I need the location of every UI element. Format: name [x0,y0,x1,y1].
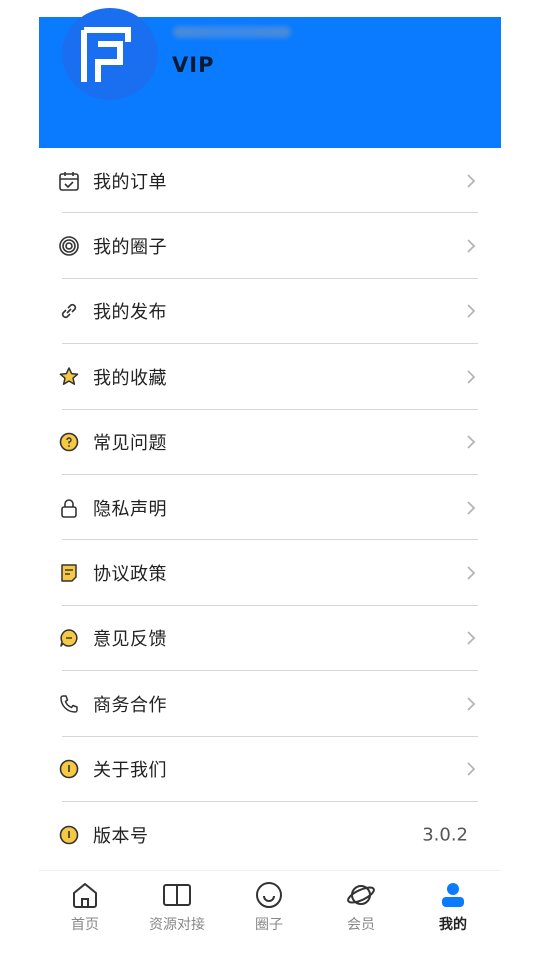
phone-icon [60,695,78,713]
planet-icon [347,885,375,905]
lock-icon [61,498,77,518]
info-circle-icon [59,825,79,844]
menu-item-version: 版本号 3.0.2 [39,802,501,867]
menu-item-business[interactable]: 商务合作 [39,671,501,737]
menu-item-about[interactable]: 关于我们 [39,737,501,802]
tab-label: 首页 [71,917,99,933]
menu-item-privacy[interactable]: 隐私声明 [39,475,501,541]
menu-item-label: 商务合作 [93,694,167,716]
tab-label: 资源对接 [149,917,205,933]
star-icon [59,367,79,385]
menu-item-label: 我的收藏 [93,367,167,389]
menu-item-feedback[interactable]: 意见反馈 [39,606,501,672]
tab-circles[interactable]: 圈子 [223,871,315,943]
tab-home[interactable]: 首页 [39,871,131,943]
chevron-right-icon [467,370,476,384]
chevron-right-icon [467,435,476,449]
tab-label: 我的 [439,917,467,933]
vip-badge: VIP [172,53,215,77]
menu-item-policy[interactable]: 协议政策 [39,540,501,606]
chevron-right-icon [467,501,476,515]
user-icon [442,883,464,907]
chevron-right-icon [467,304,476,319]
version-value: 3.0.2 [422,824,468,846]
menu-item-label: 版本号 [93,825,149,847]
tab-membership[interactable]: 会员 [315,871,407,943]
menu-item-label: 意见反馈 [93,629,167,651]
menu-item-label: 协议政策 [93,564,167,586]
menu-item-label: 我的订单 [93,171,167,193]
menu-item-circles[interactable]: 我的圈子 [39,213,501,279]
profile-header: ████████ VIP [39,8,501,148]
profile-screen: ████████ VIP 我的订单 我的圈子 [39,8,501,960]
chevron-right-icon [467,762,476,776]
username-blurred: ████████ [173,26,291,38]
question-circle-icon [59,432,79,452]
menu-item-favorites[interactable]: 我的收藏 [39,344,501,410]
menu-item-orders[interactable]: 我的订单 [39,148,501,214]
chevron-right-icon [467,566,476,580]
home-icon [73,883,97,908]
tab-label: 圈子 [255,917,283,933]
menu-item-posts[interactable]: 我的发布 [39,279,501,345]
menu-item-label: 我的圈子 [93,237,167,259]
chat-bubble-icon [60,629,78,648]
smile-icon [256,882,282,908]
menu-item-label: 关于我们 [93,760,167,782]
calendar-check-icon [59,171,79,191]
menu-item-label: 隐私声明 [93,498,167,520]
chevron-right-icon [467,697,476,711]
tab-label: 会员 [347,917,375,933]
chevron-right-icon [467,239,476,253]
menu-item-label: 我的发布 [93,302,167,324]
link-icon [61,304,77,319]
avatar[interactable] [62,8,158,100]
chevron-right-icon [467,174,476,188]
app-logo-icon [81,27,131,82]
target-circle-icon [59,236,79,256]
menu-list: 我的订单 我的圈子 我的发布 我的收藏 常见问题 隐私声明 协议政策 意见反馈 … [39,148,501,867]
bottom-tab-bar: 首页 资源对接 圈子 会员 我的 [39,870,501,942]
book-icon [163,884,191,906]
tab-resources[interactable]: 资源对接 [131,871,223,943]
chevron-right-icon [467,631,476,646]
menu-item-faq[interactable]: 常见问题 [39,410,501,475]
document-icon [61,564,77,582]
tab-mine[interactable]: 我的 [407,871,499,943]
menu-item-label: 常见问题 [93,433,167,455]
info-circle-icon [59,759,79,779]
